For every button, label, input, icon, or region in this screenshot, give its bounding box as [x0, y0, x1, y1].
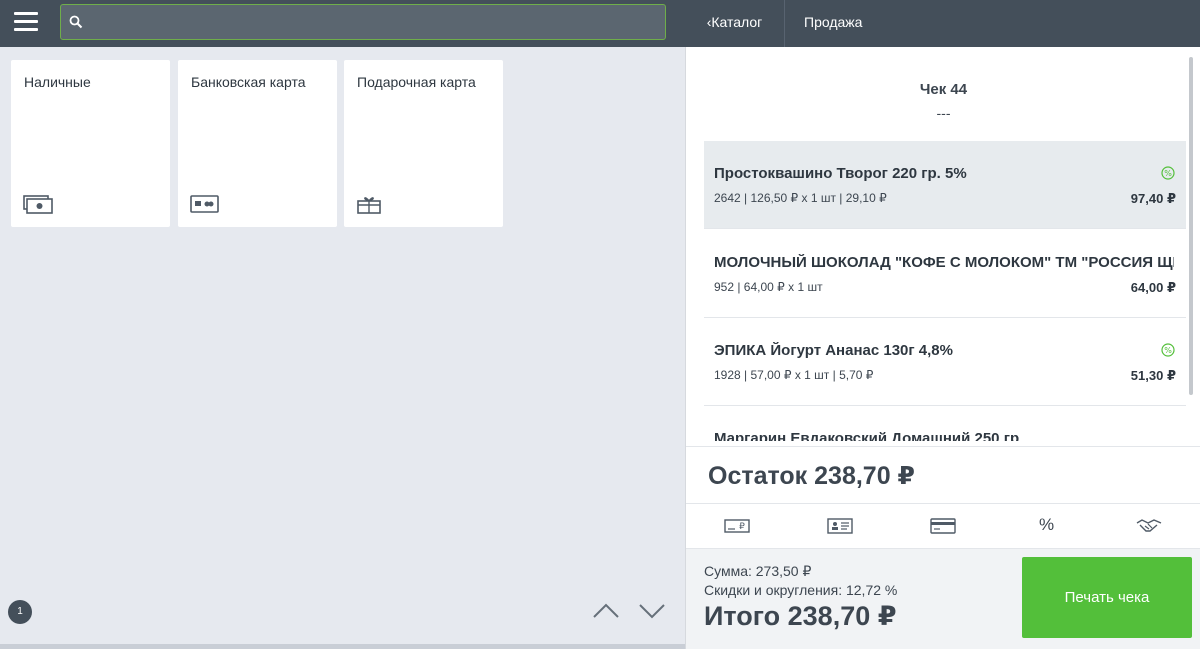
- search-icon: [69, 15, 83, 29]
- price-tag-button[interactable]: ₽: [686, 504, 789, 548]
- workspace-bottom-border: [0, 644, 685, 649]
- item-name: МОЛОЧНЫЙ ШОКОЛАД "КОФЕ С МОЛОКОМ" ТМ "РО…: [714, 254, 1174, 271]
- receipt-item[interactable]: МОЛОЧНЫЙ ШОКОЛАД "КОФЕ С МОЛОКОМ" ТМ "РО…: [704, 230, 1186, 318]
- balance-amount: Остаток 238,70 ₽: [708, 462, 915, 490]
- chevron-down-icon[interactable]: [637, 600, 667, 622]
- print-receipt-button[interactable]: Печать чека: [1022, 557, 1192, 638]
- receipt-summary: Сумма: 273,50 ₽ Скидки и округления: 12,…: [686, 549, 1200, 649]
- item-details: 2642 | 126,50 ₽ x 1 шт | 29,10 ₽: [714, 191, 887, 205]
- receipt-header: ‹Каталог Продажа: [685, 0, 1200, 47]
- receipt-item-list[interactable]: Простоквашино Творог 220 гр. 5% % 2642 |…: [704, 141, 1186, 441]
- receipt-panel: Чек 44 --- Простоквашино Творог 220 гр. …: [685, 47, 1200, 649]
- item-price: 51,30 ₽: [1130, 368, 1176, 383]
- top-bar: [0, 0, 685, 47]
- tab-sale-label: Продажа: [804, 14, 863, 30]
- receipt-toolbar: ₽ %: [686, 503, 1200, 549]
- page-number-badge: 1: [8, 600, 32, 624]
- svg-text:%: %: [1164, 169, 1172, 178]
- chevron-up-icon[interactable]: [591, 600, 621, 622]
- payment-cash-label: Наличные: [24, 74, 91, 90]
- divider: [686, 446, 1200, 447]
- gift-card-icon: [357, 197, 381, 214]
- customer-card-button[interactable]: [789, 504, 892, 548]
- payment-card-button[interactable]: [892, 504, 995, 548]
- search-box[interactable]: [60, 4, 666, 40]
- receipt-item[interactable]: Простоквашино Творог 220 гр. 5% % 2642 |…: [704, 141, 1186, 229]
- customer-card-icon: [827, 518, 853, 534]
- item-details: 952 | 64,00 ₽ x 1 шт: [714, 280, 823, 294]
- search-input[interactable]: [91, 5, 661, 39]
- discount-button[interactable]: %: [995, 504, 1098, 548]
- item-name: Простоквашино Творог 220 гр. 5%: [714, 165, 967, 182]
- payment-card-icon: [930, 518, 956, 534]
- receipt-scrollbar[interactable]: [1189, 57, 1193, 395]
- discount-icon: %: [1161, 166, 1175, 180]
- item-name: ЭПИКА Йогурт Ананас 130г 4,8%: [714, 342, 953, 359]
- item-name: Маргарин Евдаковский Домашний 250 гр: [714, 430, 1020, 441]
- total-amount: Итого 238,70 ₽: [704, 601, 897, 631]
- svg-text:₽: ₽: [739, 522, 745, 532]
- menu-icon[interactable]: [14, 12, 38, 34]
- tab-catalog[interactable]: ‹Каталог: [685, 0, 785, 47]
- item-price: 64,00 ₽: [1130, 280, 1176, 295]
- item-price: 97,40 ₽: [1130, 191, 1176, 206]
- svg-text:%: %: [1164, 346, 1172, 355]
- discount-icon: %: [1161, 343, 1175, 357]
- payment-bank-card-button[interactable]: Банковская карта: [178, 60, 337, 227]
- percent-icon: %: [1038, 515, 1055, 534]
- cash-icon: [23, 195, 53, 214]
- tab-catalog-label: Каталог: [711, 14, 763, 30]
- handshake-icon: [1136, 519, 1162, 532]
- subtotal-text: Сумма: 273,50 ₽: [704, 563, 812, 579]
- receipt-item[interactable]: ЭПИКА Йогурт Ананас 130г 4,8% % 1928 | 5…: [704, 318, 1186, 406]
- receipt-subtitle: ---: [936, 105, 951, 121]
- receipt-item[interactable]: Маргарин Евдаковский Домашний 250 гр: [704, 406, 1186, 441]
- payment-gift-card-button[interactable]: Подарочная карта: [344, 60, 503, 227]
- tab-sale[interactable]: Продажа: [786, 0, 896, 47]
- payment-cash-button[interactable]: Наличные: [11, 60, 170, 227]
- payment-gift-card-label: Подарочная карта: [357, 74, 476, 90]
- price-tag-icon: ₽: [724, 519, 750, 533]
- discounts-text: Скидки и округления: 12,72 %: [704, 582, 898, 598]
- item-details: 1928 | 57,00 ₽ x 1 шт | 5,70 ₽: [714, 368, 874, 382]
- handshake-button[interactable]: [1098, 504, 1200, 548]
- bank-card-icon: [190, 195, 219, 213]
- receipt-title: Чек 44: [919, 81, 968, 98]
- payment-bank-card-label: Банковская карта: [191, 74, 306, 90]
